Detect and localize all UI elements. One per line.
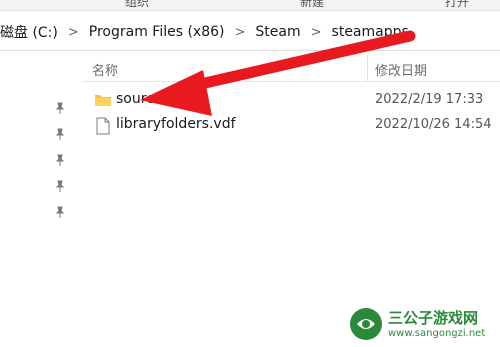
address-bar[interactable]: 磁盘 (C:) > Program Files (x86) > Steam > … (0, 14, 500, 51)
ribbon-new[interactable]: 新建 (300, 0, 324, 10)
file-row-folder[interactable]: sourcemods 2022/2/19 17:33 (82, 88, 500, 114)
chevron-right-icon[interactable]: > (62, 25, 85, 40)
file-date: 2022/2/19 17:33 (375, 92, 484, 107)
pin-icon[interactable] (52, 204, 68, 220)
watermark-logo-icon (350, 308, 382, 340)
chevron-right-icon[interactable]: > (229, 25, 252, 40)
ribbon-open[interactable]: 打开 (445, 0, 469, 10)
ribbon-toolbar: 组织 新建 打开 (0, 0, 500, 11)
breadcrumb-steamapps[interactable]: steamapps (328, 24, 413, 40)
column-name-header[interactable]: 名称 (92, 60, 118, 79)
breadcrumb-steam[interactable]: Steam (251, 24, 304, 40)
breadcrumb-program-files[interactable]: Program Files (x86) (85, 24, 229, 40)
file-name: sourcemods (116, 91, 201, 107)
pin-icon[interactable] (52, 126, 68, 142)
breadcrumb-drive[interactable]: 磁盘 (C:) (0, 22, 62, 42)
site-watermark: 三公子游戏网 www.sangongzi.net (348, 304, 498, 344)
watermark-title: 三公子游戏网 (388, 309, 479, 327)
document-icon (96, 117, 110, 135)
watermark-url: www.sangongzi.net (388, 328, 486, 339)
folder-icon (95, 95, 111, 106)
file-row-file[interactable]: libraryfolders.vdf 2022/10/26 14:54 (82, 113, 500, 139)
file-list-header: 名称 修改日期 (82, 55, 500, 82)
chevron-right-icon[interactable]: > (305, 25, 328, 40)
pin-icon[interactable] (52, 178, 68, 194)
red-arrow-annotation (140, 30, 416, 116)
ribbon-organize[interactable]: 组织 (125, 0, 149, 10)
file-date: 2022/10/26 14:54 (375, 117, 492, 132)
quick-access-pins (52, 100, 68, 230)
file-name: libraryfolders.vdf (116, 116, 236, 132)
pin-icon[interactable] (52, 100, 68, 116)
column-divider[interactable] (367, 55, 368, 81)
pin-icon[interactable] (52, 152, 68, 168)
column-modified-header[interactable]: 修改日期 (375, 60, 427, 79)
